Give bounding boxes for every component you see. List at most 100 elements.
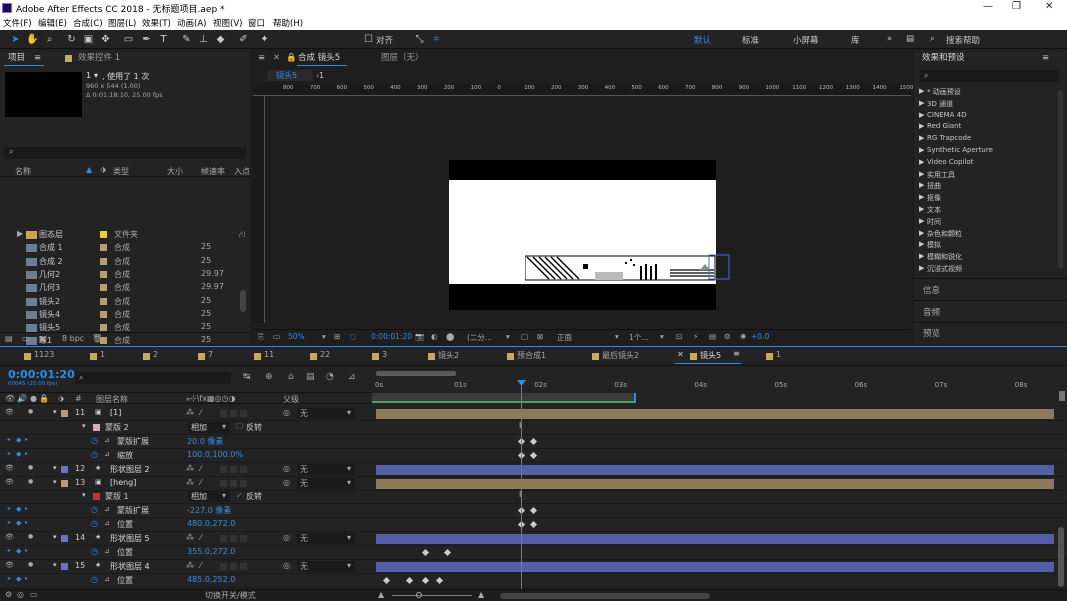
solo-dot-icon[interactable]: ● xyxy=(28,561,33,568)
effect-switch[interactable] xyxy=(230,410,237,417)
motion-blur-switch[interactable] xyxy=(240,535,247,543)
effect-switch[interactable] xyxy=(230,479,237,487)
solo-dot-icon[interactable]: ● xyxy=(28,533,33,540)
column-layer-name[interactable]: 图层名称 xyxy=(96,394,128,405)
motion-blur-switch[interactable] xyxy=(240,465,247,473)
solo-dot-icon[interactable]: ● xyxy=(28,478,33,485)
transparency-grid-icon[interactable]: ⊠ xyxy=(537,332,543,341)
roto-brush-tool-icon[interactable]: ✐ xyxy=(237,33,250,46)
audio-panel-tab[interactable]: 音频 xyxy=(923,306,940,318)
layer-name[interactable]: 形状图层 5 xyxy=(110,533,150,544)
effect-switch[interactable] xyxy=(230,562,237,570)
shy-switch-icon[interactable]: ⁂ xyxy=(186,561,194,570)
dropdown-icon[interactable]: ▾ xyxy=(94,71,98,80)
project-item[interactable]: 合成 1 合成 25 xyxy=(0,241,240,254)
keyframe-nav-next-icon[interactable]: ▸ xyxy=(25,547,28,554)
project-item[interactable]: 合成 2 合成 25 xyxy=(0,255,240,268)
layer-row[interactable]: ◂ ◆ ▸ ◷ ⊿ 位置 485.0,252.0 xyxy=(0,574,1067,588)
keyframe-add-icon[interactable]: ◆ xyxy=(16,575,21,583)
parent-chevron-icon[interactable]: ▾ xyxy=(347,533,351,542)
comp-tab[interactable]: 最后镜头2 xyxy=(602,350,639,361)
effects-scrollbar[interactable] xyxy=(1058,90,1063,268)
keyframe[interactable] xyxy=(443,548,452,557)
parent-chevron-icon[interactable]: ▾ xyxy=(347,408,351,417)
comp-canvas[interactable] xyxy=(449,160,730,310)
new-comp-icon[interactable]: ▣ xyxy=(39,334,47,343)
eraser-tool-icon[interactable]: ◆ xyxy=(214,33,227,46)
layer-row[interactable]: 👁 ● ▾ 14 ★ 形状图层 5 ⁂ ⁄ ◎ 无 ▾ xyxy=(0,532,1067,547)
pen-tool-icon[interactable]: ✒ xyxy=(140,33,153,46)
exposure-value[interactable]: +0.0 xyxy=(751,332,769,341)
workspace-menu-icon[interactable]: ▤ xyxy=(906,34,914,44)
zoom-slider[interactable] xyxy=(392,595,472,596)
layer-row[interactable]: 👁 ● ▾ 12 ★ 形状图层 2 ⁂ ⁄ ◎ 无 ▾ xyxy=(0,463,1067,477)
shape-layer-artwork[interactable] xyxy=(525,254,731,284)
keyframe-add-icon[interactable]: ◆ xyxy=(16,547,21,555)
label-color[interactable] xyxy=(61,562,68,570)
stopwatch-icon[interactable]: ◷ xyxy=(91,450,98,459)
layer-row[interactable]: ▾蒙版 1相加▾✓反转I xyxy=(0,490,1067,505)
comp-tab[interactable]: 1 xyxy=(100,350,105,359)
effect-switch[interactable] xyxy=(230,465,237,473)
label-color[interactable] xyxy=(100,297,107,305)
show-snapshot-icon[interactable]: ◐ xyxy=(431,332,438,341)
keyframe-add-icon[interactable]: ◆ xyxy=(16,505,21,513)
layer-name[interactable]: 形状图层 4 xyxy=(110,561,150,572)
comp-tab[interactable]: 1123 xyxy=(34,350,54,359)
keyframe-nav-prev-icon[interactable]: ◂ xyxy=(7,505,10,512)
eye-icon[interactable]: 👁 xyxy=(5,561,14,569)
property-value[interactable]: 355.0,272.0 xyxy=(187,547,235,556)
effects-category[interactable]: ▶ 杂色和颗粒 xyxy=(919,229,1054,240)
column-parent[interactable]: 父级 xyxy=(283,394,299,405)
effect-switch[interactable] xyxy=(230,535,237,543)
timeline-scrollbar[interactable] xyxy=(1058,527,1064,587)
label-color[interactable] xyxy=(61,410,68,417)
keyframe-nav-next-icon[interactable]: ▸ xyxy=(25,436,28,443)
effects-category[interactable]: ▶ RG Trapcode xyxy=(919,134,1054,145)
quality-switch[interactable] xyxy=(220,479,227,487)
effects-category[interactable]: ▶ 沉浸式视频 xyxy=(919,264,1054,275)
menu-window[interactable]: 窗口 xyxy=(248,17,265,29)
eye-icon[interactable]: 👁 xyxy=(5,533,14,541)
keyframe[interactable] xyxy=(421,576,430,584)
parent-chevron-icon[interactable]: ▾ xyxy=(347,464,351,473)
keyframe[interactable] xyxy=(529,507,538,515)
effects-search-input[interactable] xyxy=(920,70,1059,82)
project-item[interactable]: 几何3 合成 29.97 xyxy=(0,281,240,294)
workspace-small-screen[interactable]: 小屏幕 xyxy=(793,34,819,46)
puppet-tool-icon[interactable]: ✦ xyxy=(258,33,271,46)
expand-arrow-icon[interactable]: ▶ xyxy=(919,146,924,154)
effects-category[interactable]: ▶ CINEMA 4D xyxy=(919,111,1054,122)
region-of-interest-icon[interactable]: ▢ xyxy=(521,332,528,341)
stopwatch-icon[interactable]: ◷ xyxy=(91,436,98,445)
twirl-open-icon[interactable]: ▾ xyxy=(82,491,86,499)
expand-switches-icon[interactable]: ⚙ xyxy=(5,590,12,599)
tab-menu-icon[interactable]: ≡ xyxy=(733,349,740,358)
view-chevron-icon[interactable]: ▾ xyxy=(615,332,619,341)
twirl-open-icon[interactable]: ▾ xyxy=(53,561,57,569)
effects-category[interactable]: ▶ 3D 通道 xyxy=(919,99,1054,110)
zoom-level[interactable]: 50% xyxy=(288,332,305,341)
workspace-library[interactable]: 库 xyxy=(851,34,860,46)
keyframe-nav-prev-icon[interactable]: ◂ xyxy=(7,547,10,554)
menu-edit[interactable]: 编辑(E) xyxy=(38,17,67,29)
expand-stretch-icon[interactable]: ▭ xyxy=(30,590,38,599)
close-tab-icon[interactable]: ✕ xyxy=(273,50,280,66)
effects-category[interactable]: ▶ 抠像 xyxy=(919,193,1054,204)
zoom-slider-handle[interactable] xyxy=(416,592,422,598)
timeline-icon[interactable]: ▤ xyxy=(709,332,716,341)
maximize-icon[interactable]: ❐ xyxy=(1012,1,1021,12)
always-preview-icon[interactable]: ⎘ xyxy=(258,332,264,342)
keyframe[interactable] xyxy=(529,437,538,445)
mask-color[interactable] xyxy=(93,423,100,431)
property-value[interactable]: 100.0,100.0% xyxy=(187,450,243,459)
expand-arrow-icon[interactable]: ▶ xyxy=(919,111,924,119)
keyframe[interactable] xyxy=(529,451,538,459)
menu-composition[interactable]: 合成(C) xyxy=(73,17,103,29)
expand-arrow-icon[interactable]: ▶ xyxy=(919,229,924,237)
crumb-sub[interactable]: 1 xyxy=(319,71,324,80)
expand-arrow-icon[interactable]: ▶ xyxy=(919,264,924,272)
comp-tab[interactable]: 镜头2 xyxy=(438,350,459,361)
menu-effect[interactable]: 效果(T) xyxy=(142,17,171,29)
eye-icon[interactable]: 👁 xyxy=(5,464,14,472)
